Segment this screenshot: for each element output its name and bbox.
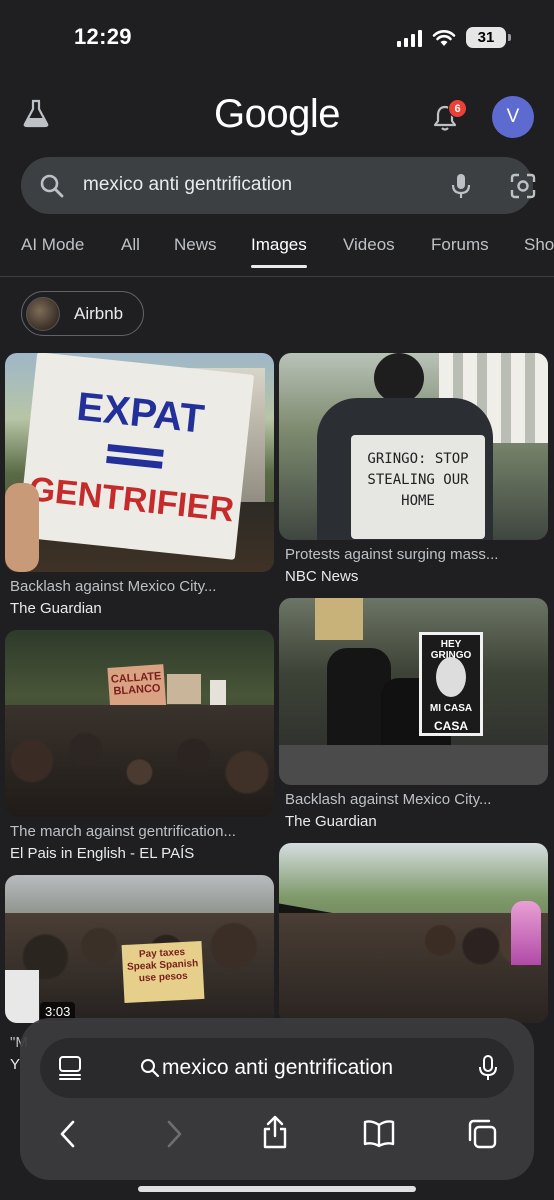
result-image[interactable]: EXPAT GENTRIFIER [5, 353, 274, 572]
result-source[interactable]: El Pais in English - EL PAÍS [10, 845, 194, 862]
share-button[interactable] [260, 1114, 290, 1155]
tab-forums[interactable]: Forums [431, 235, 489, 255]
result-image[interactable]: HEY GRINGO MI CASA CASA [279, 598, 548, 785]
result-source[interactable]: Y [10, 1056, 20, 1073]
skull-graphic [436, 657, 466, 697]
back-button[interactable] [58, 1118, 78, 1155]
protest-sign: Pay taxes Speak Spanish use pesos [121, 940, 205, 1004]
protest-sign-small [315, 598, 363, 640]
result-caption[interactable]: Backlash against Mexico City... [285, 791, 549, 808]
tab-shopping[interactable]: Sho [524, 235, 554, 255]
person-hair [511, 901, 541, 965]
home-indicator [138, 1186, 416, 1192]
protest-sign: HEY GRINGO MI CASA CASA [419, 632, 483, 736]
tab-images[interactable]: Images [251, 235, 307, 268]
result-image[interactable] [279, 843, 548, 1023]
result-image[interactable]: CALLATE BLANCO [5, 630, 274, 817]
crowd-shape [279, 913, 548, 1023]
chip-label: Airbnb [74, 303, 124, 323]
browser-nav-row [20, 1115, 534, 1158]
protest-sign: GRINGO: STOP STEALING OUR HOME [351, 435, 485, 539]
search-tabs: AI Mode All News Images Videos Forums Sh… [0, 232, 554, 277]
google-lens-icon[interactable] [509, 172, 537, 200]
account-avatar[interactable]: V [492, 96, 534, 138]
address-voice-icon[interactable] [478, 1054, 498, 1082]
search-query[interactable]: mexico anti gentrification [83, 174, 292, 196]
search-icon [40, 174, 64, 198]
filter-chip-airbnb[interactable]: Airbnb [21, 291, 144, 336]
tabs-icon [468, 1119, 497, 1149]
browser-toolbar: mexico anti gentrification [20, 1018, 534, 1180]
chip-thumbnail [26, 296, 60, 331]
back-chevron-icon [60, 1120, 75, 1148]
status-bar: 12:29 31 [0, 0, 554, 70]
wifi-icon [432, 29, 456, 46]
tab-ai-mode[interactable]: AI Mode [21, 235, 84, 255]
hand-shape [5, 483, 39, 572]
forward-button[interactable] [164, 1118, 184, 1155]
result-caption[interactable]: Backlash against Mexico City... [10, 578, 274, 595]
result-source[interactable]: The Guardian [285, 813, 377, 830]
share-icon [263, 1115, 287, 1149]
crowd-shape [5, 705, 274, 817]
protest-sign-small [210, 680, 226, 706]
battery-level: 31 [477, 29, 495, 46]
protest-sign: EXPAT GENTRIFIER [17, 353, 255, 560]
result-source[interactable]: The Guardian [10, 600, 102, 617]
result-image[interactable]: GRINGO: STOP STEALING OUR HOME [279, 353, 548, 540]
google-logo[interactable]: Google [0, 92, 554, 137]
tab-all[interactable]: All [121, 235, 140, 255]
status-time: 12:29 [74, 24, 132, 49]
head-shape [374, 353, 424, 403]
page-menu-icon[interactable] [58, 1055, 82, 1081]
address-query[interactable]: mexico anti gentrification [162, 1056, 393, 1080]
result-caption[interactable]: The march against gentrification... [10, 823, 274, 840]
status-icons: 31 [397, 27, 511, 48]
result-source[interactable]: NBC News [285, 568, 358, 585]
voice-search-icon[interactable] [449, 172, 473, 200]
protest-sign-small [167, 674, 201, 704]
google-header: Google 6 V [0, 88, 554, 148]
forward-chevron-icon [167, 1120, 182, 1148]
bookmarks-button[interactable] [362, 1118, 396, 1153]
tabs-button[interactable] [466, 1118, 498, 1155]
tab-news[interactable]: News [174, 235, 217, 255]
cellular-signal-icon [397, 29, 422, 47]
notification-count-badge: 6 [448, 99, 467, 118]
address-search-icon [141, 1059, 160, 1078]
tab-videos[interactable]: Videos [343, 235, 395, 255]
result-caption[interactable]: Protests against surging mass... [285, 546, 549, 563]
address-bar[interactable]: mexico anti gentrification [40, 1038, 514, 1098]
video-logo [5, 970, 39, 1023]
search-box[interactable]: mexico anti gentrification [21, 157, 536, 214]
street-shape [279, 745, 548, 785]
book-icon [363, 1120, 395, 1148]
result-video-thumbnail[interactable]: Pay taxes Speak Spanish use pesos [5, 875, 274, 1023]
battery-icon: 31 [466, 27, 511, 48]
